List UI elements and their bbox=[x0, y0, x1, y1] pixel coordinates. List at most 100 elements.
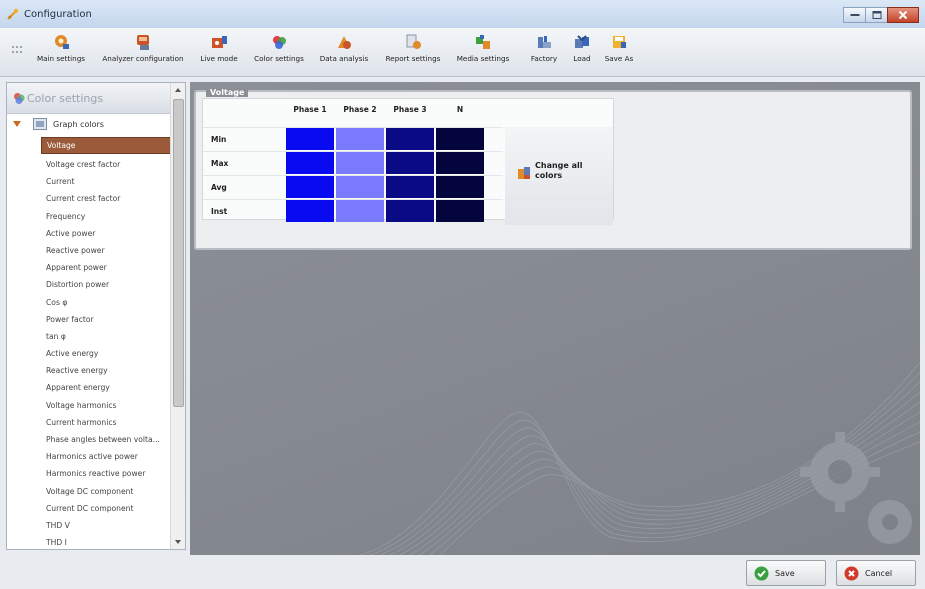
color-swatch-max-4[interactable] bbox=[436, 152, 484, 174]
color-settings-header-icon bbox=[14, 93, 25, 104]
color-swatch-inst-4[interactable] bbox=[436, 200, 484, 222]
main-content-area: Voltage Phase 1 Phase 2 Phase 3 N Min Ma… bbox=[190, 82, 920, 586]
color-settings-icon bbox=[273, 36, 286, 49]
tree-item-apparent-energy[interactable]: Apparent energy bbox=[41, 379, 171, 396]
color-swatch-avg-1[interactable] bbox=[286, 176, 334, 198]
tree-item-voltage[interactable]: Voltage bbox=[41, 137, 171, 154]
app-icon bbox=[7, 8, 19, 20]
color-settings-button[interactable]: Color settings bbox=[248, 31, 310, 73]
data-analysis-icon bbox=[338, 36, 351, 49]
color-swatch-max-3[interactable] bbox=[386, 152, 434, 174]
maximize-button[interactable] bbox=[865, 7, 888, 23]
close-icon bbox=[898, 10, 908, 20]
sidebar-scrollbar[interactable] bbox=[170, 83, 185, 549]
tree-item-current-crest-factor[interactable]: Current crest factor bbox=[41, 190, 171, 207]
tree-item-thd-v[interactable]: THD V bbox=[41, 517, 171, 534]
color-swatch-max-2[interactable] bbox=[336, 152, 384, 174]
expand-arrow-icon[interactable] bbox=[13, 120, 21, 128]
tree-item-active-power[interactable]: Active power bbox=[41, 225, 171, 242]
group-title: Voltage bbox=[206, 88, 249, 97]
media-settings-button[interactable]: Media settings bbox=[452, 31, 514, 73]
sidebar-header: Color settings bbox=[7, 83, 171, 114]
live-mode-icon bbox=[212, 36, 227, 48]
tree-item-apparent-power[interactable]: Apparent power bbox=[41, 259, 171, 276]
row-header-min: Min bbox=[211, 135, 227, 144]
tree-item-current-dc-component[interactable]: Current DC component bbox=[41, 500, 171, 517]
column-header-n: N bbox=[456, 105, 464, 114]
color-swatch-inst-2[interactable] bbox=[336, 200, 384, 222]
toolbar-grip-icon bbox=[12, 46, 22, 53]
color-swatch-inst-3[interactable] bbox=[386, 200, 434, 222]
tree-item-frequency[interactable]: Frequency bbox=[41, 208, 171, 225]
main-settings-icon bbox=[55, 35, 69, 49]
tree-item-active-energy[interactable]: Active energy bbox=[41, 345, 171, 362]
window-title: Configuration bbox=[24, 9, 92, 20]
maximize-icon bbox=[872, 11, 881, 19]
sidebar-title: Color settings bbox=[27, 92, 104, 105]
save-button[interactable]: Save bbox=[746, 560, 826, 586]
scroll-up-icon[interactable] bbox=[171, 83, 185, 97]
color-grid: Phase 1 Phase 2 Phase 3 N Min Max Avg In… bbox=[202, 98, 614, 225]
main-settings-button[interactable]: Main settings bbox=[32, 31, 90, 73]
tree-item-voltage-dc-component[interactable]: Voltage DC component bbox=[41, 483, 171, 500]
factory-button[interactable]: Factory bbox=[524, 31, 564, 73]
tree-item-thd-i[interactable]: THD I bbox=[41, 534, 171, 551]
cancel-button[interactable]: Cancel bbox=[836, 560, 916, 586]
change-colors-icon bbox=[518, 167, 530, 179]
settings-tree-panel: Color settings Graph colors Voltage Volt… bbox=[6, 82, 186, 550]
report-settings-icon bbox=[406, 34, 421, 49]
tree-item-reactive-power[interactable]: Reactive power bbox=[41, 242, 171, 259]
tree-item-harmonics-reactive-power[interactable]: Harmonics reactive power bbox=[41, 465, 171, 482]
cancel-icon bbox=[844, 566, 859, 581]
tree-item-power-factor[interactable]: Power factor bbox=[41, 311, 171, 328]
color-swatch-min-3[interactable] bbox=[386, 128, 434, 150]
tree-node-graph-colors[interactable]: Graph colors bbox=[13, 117, 163, 133]
save-as-button[interactable]: Save As bbox=[600, 31, 638, 73]
tree-node-label: Graph colors bbox=[53, 120, 104, 129]
data-analysis-button[interactable]: Data analysis bbox=[314, 31, 374, 73]
scrollbar-thumb[interactable] bbox=[173, 99, 184, 407]
analyzer-configuration-button[interactable]: Analyzer configuration bbox=[96, 31, 190, 73]
check-icon bbox=[754, 566, 769, 581]
color-swatch-inst-1[interactable] bbox=[286, 200, 334, 222]
voltage-color-group: Voltage Phase 1 Phase 2 Phase 3 N Min Ma… bbox=[194, 88, 912, 250]
row-header-avg: Avg bbox=[211, 183, 227, 192]
tree-item-harmonics-active-power[interactable]: Harmonics active power bbox=[41, 448, 171, 465]
change-all-colors-button[interactable]: Change all colors bbox=[505, 127, 613, 225]
load-button[interactable]: Load bbox=[566, 31, 598, 73]
tree-item-reactive-energy[interactable]: Reactive energy bbox=[41, 362, 171, 379]
column-header-phase-2: Phase 2 bbox=[343, 105, 377, 114]
row-header-max: Max bbox=[211, 159, 229, 168]
color-swatch-avg-3[interactable] bbox=[386, 176, 434, 198]
close-button[interactable] bbox=[887, 7, 919, 23]
color-swatch-max-1[interactable] bbox=[286, 152, 334, 174]
live-mode-button[interactable]: Live mode bbox=[196, 31, 242, 73]
toolbar: Main settings Analyzer configuration Liv… bbox=[0, 28, 925, 77]
color-swatch-avg-2[interactable] bbox=[336, 176, 384, 198]
report-settings-button[interactable]: Report settings bbox=[378, 31, 448, 73]
gear-decoration-icon bbox=[800, 432, 912, 544]
color-swatch-min-4[interactable] bbox=[436, 128, 484, 150]
tree-item-voltage-crest-factor[interactable]: Voltage crest factor bbox=[41, 156, 171, 173]
minimize-button[interactable] bbox=[843, 7, 866, 23]
column-header-phase-3: Phase 3 bbox=[393, 105, 427, 114]
scroll-down-icon[interactable] bbox=[171, 535, 185, 549]
color-swatch-min-2[interactable] bbox=[336, 128, 384, 150]
tree-item-cos-phi[interactable]: Cos φ bbox=[41, 294, 171, 311]
load-icon bbox=[575, 35, 589, 48]
tree-item-current-harmonics[interactable]: Current harmonics bbox=[41, 414, 171, 431]
tree-item-distortion-power[interactable]: Distortion power bbox=[41, 276, 171, 293]
row-header-inst: Inst bbox=[211, 207, 228, 216]
tree-item-phase-angles[interactable]: Phase angles between volta... bbox=[41, 431, 171, 448]
column-header-phase-1: Phase 1 bbox=[293, 105, 327, 114]
graph-colors-node-icon bbox=[33, 118, 47, 130]
tree-item-tan-phi[interactable]: tan φ bbox=[41, 328, 171, 345]
graph-colors-list: Voltage Voltage crest factor Current Cur… bbox=[41, 137, 171, 551]
tree-item-voltage-harmonics[interactable]: Voltage harmonics bbox=[41, 397, 171, 414]
color-swatch-min-1[interactable] bbox=[286, 128, 334, 150]
factory-icon bbox=[538, 36, 551, 48]
analyzer-configuration-icon bbox=[137, 35, 149, 50]
tree-item-current[interactable]: Current bbox=[41, 173, 171, 190]
change-all-colors-label: Change all colors bbox=[535, 161, 583, 180]
color-swatch-avg-4[interactable] bbox=[436, 176, 484, 198]
